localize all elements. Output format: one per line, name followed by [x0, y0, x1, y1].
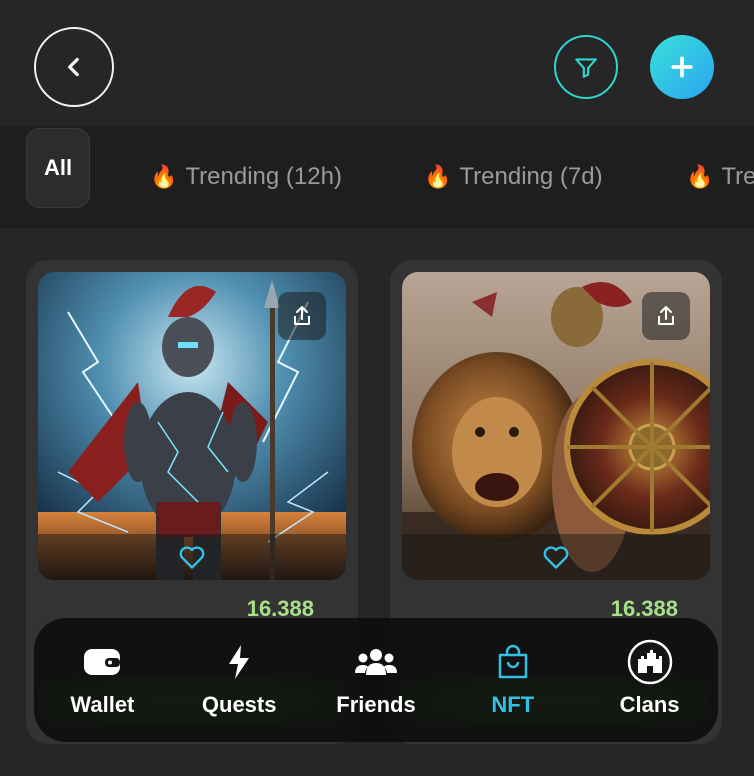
share-icon	[294, 306, 310, 325]
wallet-icon	[84, 649, 121, 675]
tab-trending-more[interactable]: 🔥 Tre	[686, 126, 754, 228]
heart-icon	[179, 546, 205, 569]
nav-item-quests[interactable]: Quests	[171, 618, 308, 742]
nav-label: Friends	[336, 692, 416, 717]
chevron-left-icon	[68, 57, 79, 77]
back-button[interactable]	[34, 27, 114, 107]
fire-icon: 🔥	[424, 164, 452, 189]
filter-button[interactable]	[554, 35, 618, 99]
nft-image-gladiator[interactable]	[402, 272, 710, 580]
filter-icon	[575, 58, 597, 78]
share-icon	[658, 306, 674, 325]
header	[0, 0, 754, 126]
shopping-bag-icon	[498, 644, 528, 679]
nav-label: Wallet	[70, 692, 135, 717]
share-button[interactable]	[642, 292, 690, 340]
nav-item-friends[interactable]: Friends	[308, 618, 445, 742]
tab-label: Tre	[721, 163, 754, 190]
like-button[interactable]	[38, 534, 346, 580]
heart-icon	[543, 546, 569, 569]
lightning-icon	[229, 645, 250, 679]
tab-label: Trending (12h)	[185, 163, 342, 190]
nav-label: NFT	[491, 692, 535, 717]
nft-marketplace-screen: 🔥 Trending (12h) 🔥 Trending (7d) 🔥 Tre A…	[0, 0, 754, 776]
share-button[interactable]	[278, 292, 326, 340]
castle-icon	[627, 639, 672, 685]
add-button[interactable]	[650, 35, 714, 99]
nav-item-clans[interactable]: Clans	[581, 618, 718, 742]
plus-icon	[671, 56, 693, 78]
fire-icon: 🔥	[686, 164, 714, 189]
bottom-navigation: Wallet Quests Friends NFT Clans	[34, 618, 718, 742]
like-button[interactable]	[402, 534, 710, 580]
tab-label: All	[43, 155, 73, 180]
tab-label: Trending (7d)	[459, 163, 603, 190]
category-tabs: 🔥 Trending (12h) 🔥 Trending (7d) 🔥 Tre	[0, 126, 754, 228]
nav-label: Clans	[619, 692, 680, 717]
users-icon	[354, 649, 397, 675]
tab-all[interactable]: All	[26, 128, 90, 208]
fire-icon: 🔥	[150, 164, 178, 189]
nav-item-wallet[interactable]: Wallet	[34, 618, 171, 742]
nav-item-nft[interactable]: NFT	[444, 618, 581, 742]
tab-trending-12h[interactable]: 🔥 Trending (12h)	[150, 126, 342, 228]
nft-image-spartan[interactable]	[38, 272, 346, 580]
nav-label: Quests	[201, 692, 277, 717]
tab-trending-7d[interactable]: 🔥 Trending (7d)	[424, 126, 603, 228]
